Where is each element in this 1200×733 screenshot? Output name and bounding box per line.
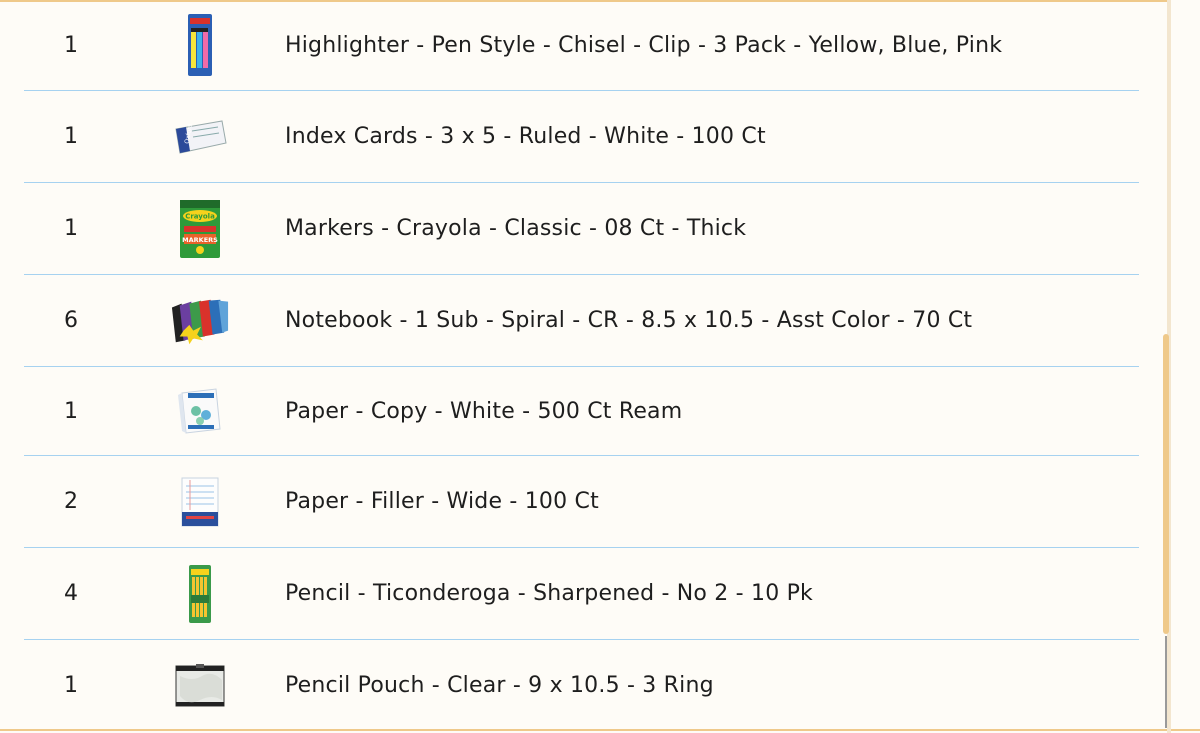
scrollbar-track-line: [1165, 636, 1167, 728]
pencil-pouch-image: [170, 656, 230, 716]
item-description: Notebook - 1 Sub - Spiral - CR - 8.5 x 1…: [285, 308, 973, 333]
highlighter-pack-image: [170, 14, 230, 76]
item-description: Index Cards - 3 x 5 - Ruled - White - 10…: [285, 124, 766, 149]
item-quantity: 1: [64, 673, 78, 698]
item-description: Highlighter - Pen Style - Chisel - Clip …: [285, 32, 1003, 58]
item-quantity: 1: [64, 398, 78, 424]
item-quantity: 2: [64, 489, 78, 514]
list-item: 4 Pencil - Ticonderoga - Sharpened - No …: [24, 548, 1139, 640]
scrollbar-thumb[interactable]: [1163, 334, 1169, 634]
spiral-notebooks-image: [170, 291, 230, 351]
list-item: 1 Pencil Pouch - Clear - 9 x 10.5 - 3 Ri…: [24, 640, 1139, 731]
item-description: Pencil Pouch - Clear - 9 x 10.5 - 3 Ring: [285, 673, 714, 698]
item-description: Pencil - Ticonderoga - Sharpened - No 2 …: [285, 581, 814, 606]
svg-text:MARKERS: MARKERS: [182, 236, 218, 244]
item-quantity: 1: [64, 216, 78, 241]
ticonderoga-pencils-image: [170, 564, 230, 624]
list-item: 2 Paper - Filler - Wide - 100 Ct: [24, 456, 1139, 548]
item-quantity: 1: [64, 124, 78, 149]
list-item: 1 Crayola MARKERS Markers - Crayola - Cl…: [24, 183, 1139, 275]
copy-paper-ream-image: [170, 381, 230, 441]
list-item: 1 Highlighter - Pen Style - Chisel - Cli…: [24, 0, 1139, 91]
list-item: 1 Paper - Copy - White - 500 Ct Ream: [24, 367, 1139, 456]
item-quantity: 6: [64, 308, 78, 333]
item-quantity: 4: [64, 581, 78, 606]
supply-list: 1 Highlighter - Pen Style - Chisel - Cli…: [24, 0, 1139, 731]
item-description: Markers - Crayola - Classic - 08 Ct - Th…: [285, 216, 747, 241]
supply-list-panel: 1 Highlighter - Pen Style - Chisel - Cli…: [0, 0, 1200, 733]
item-quantity: 1: [64, 32, 78, 58]
svg-text:Crayola: Crayola: [185, 212, 215, 220]
item-description: Paper - Copy - White - 500 Ct Ream: [285, 398, 683, 424]
crayola-markers-image: Crayola MARKERS: [170, 199, 230, 259]
bottom-border: [0, 729, 1200, 731]
filler-paper-image: [170, 472, 230, 532]
item-description: Paper - Filler - Wide - 100 Ct: [285, 489, 599, 514]
index-cards-image: Oxford: [170, 107, 230, 167]
list-item: 1 Oxford Index Cards - 3 x 5 - Ruled - W…: [24, 91, 1139, 183]
list-item: 6 Notebook - 1 Sub - Spiral - CR - 8.5 x…: [24, 275, 1139, 367]
